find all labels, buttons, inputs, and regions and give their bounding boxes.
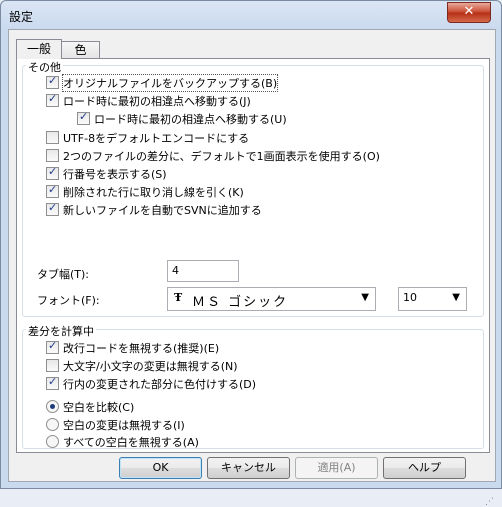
font-value: ＭＳ ゴシック: [192, 295, 289, 310]
check-icon: ✓: [48, 339, 58, 352]
checkbox-box: ✓: [46, 92, 59, 107]
ok-button[interactable]: OK: [119, 457, 202, 479]
radio-label: 空白の変更は無視する(I): [63, 418, 185, 432]
checkbox-label: オリジナルファイルをバックアップする(B): [61, 73, 279, 92]
checkbox-label: 行番号を表示する(S): [63, 167, 167, 181]
checkbox-label: 新しいファイルを自動でSVNに追加する: [63, 203, 262, 217]
check-icon: ✓: [48, 74, 58, 87]
title-bar[interactable]: 設定 ✕: [1, 1, 501, 29]
apply-button[interactable]: 適用(A): [295, 457, 378, 479]
backup-original-checkbox[interactable]: ✓ オリジナルファイルをバックアップする(B): [46, 73, 279, 92]
jump-first-diff-sub-checkbox[interactable]: ✓ ロード時に最初の相違点へ移動する(U): [77, 110, 287, 126]
check-icon: ✓: [48, 183, 58, 196]
font-size-select[interactable]: 10 ▼: [398, 287, 467, 311]
check-icon: ✓: [48, 375, 58, 388]
checkbox-box: ✓: [46, 375, 59, 390]
checkbox-box: ✓: [46, 339, 59, 354]
radio-label: すべての空白を無視する(A): [63, 435, 199, 449]
checkbox-box: ✓: [46, 183, 59, 198]
checkbox-label: 大文字/小文字の変更は無視する(N): [63, 359, 238, 373]
resize-grip-icon[interactable]: ⋰: [485, 497, 494, 507]
ignore-eol-checkbox[interactable]: ✓ 改行コードを無視する(推奨)(E): [46, 339, 220, 355]
checkbox-label: ロード時に最初の相違点へ移動する(J): [63, 94, 251, 108]
checkbox-label: 2つのファイルの差分に、デフォルトで1画面表示を使用する(O): [63, 149, 380, 163]
checkbox-box: [46, 131, 59, 144]
tab-general-label: 一般: [26, 42, 51, 56]
chevron-down-icon: ▼: [361, 292, 369, 303]
dialog-client: 一般 色 その他 ✓ オリジナルファイルをバックアップする(B) ✓ ロード時に…: [8, 29, 496, 507]
tab-colors[interactable]: 色: [61, 41, 100, 59]
inline-diff-color-checkbox[interactable]: ✓ 行内の変更された部分に色付けする(D): [46, 375, 257, 391]
auto-add-svn-checkbox[interactable]: ✓ 新しいファイルを自動でSVNに追加する: [46, 201, 262, 217]
other-group-label: その他: [26, 59, 63, 75]
tab-width-input[interactable]: 4: [167, 260, 239, 282]
radio-label: 空白を比較(C): [63, 400, 135, 414]
close-button[interactable]: ✕: [447, 2, 491, 23]
cancel-button[interactable]: キャンセル: [207, 457, 290, 479]
show-line-numbers-checkbox[interactable]: ✓ 行番号を表示する(S): [46, 165, 167, 181]
close-icon: ✕: [463, 4, 475, 19]
check-icon: ✓: [48, 165, 58, 178]
tab-width-value: 4: [172, 264, 179, 277]
checkbox-label: 削除された行に取り消し線を引く(K): [63, 185, 244, 199]
diff-group-label: 差分を計算中: [26, 323, 96, 339]
font-size-value: 10: [403, 291, 417, 304]
tab-general[interactable]: 一般: [16, 39, 62, 59]
ignore-whitespace-changes-radio[interactable]: 空白の変更は無視する(I): [46, 417, 185, 432]
strikethrough-removed-checkbox[interactable]: ✓ 削除された行に取り消し線を引く(K): [46, 183, 244, 199]
jump-first-diff-checkbox[interactable]: ✓ ロード時に最初の相違点へ移動する(J): [46, 92, 251, 108]
settings-dialog: 設定 ✕ 一般 色 その他 ✓ オリジナルファイルをバックアップする(B) ✓ …: [0, 0, 502, 507]
compare-whitespace-radio[interactable]: 空白を比較(C): [46, 399, 134, 414]
check-icon: ✓: [48, 92, 58, 105]
chevron-down-icon: ▼: [452, 292, 460, 303]
checkbox-box: [46, 359, 59, 372]
window-title: 設定: [9, 10, 34, 24]
checkbox-label: UTF-8をデフォルトエンコードにする: [63, 131, 250, 145]
font-select[interactable]: Ŧ ＭＳ ゴシック ▼: [167, 287, 376, 311]
utf8-default-checkbox[interactable]: UTF-8をデフォルトエンコードにする: [46, 130, 249, 145]
general-panel: その他 ✓ オリジナルファイルをバックアップする(B) ✓ ロード時に最初の相違…: [16, 58, 490, 453]
check-icon: ✓: [79, 110, 89, 123]
checkbox-box: ✓: [46, 165, 59, 180]
radio-dot: [50, 404, 55, 409]
radio-circle: [46, 418, 59, 431]
radio-circle: [46, 435, 59, 448]
single-pane-default-checkbox[interactable]: 2つのファイルの差分に、デフォルトで1画面表示を使用する(O): [46, 148, 380, 163]
checkbox-label: ロード時に最初の相違点へ移動する(U): [94, 112, 287, 126]
ignore-case-checkbox[interactable]: 大文字/小文字の変更は無視する(N): [46, 358, 238, 373]
checkbox-label: 改行コードを無視する(推奨)(E): [63, 341, 220, 355]
checkbox-box: ✓: [77, 110, 90, 125]
check-icon: ✓: [48, 201, 58, 214]
radio-circle: [46, 400, 59, 413]
checkbox-box: ✓: [46, 201, 59, 216]
font-label: フォント(F):: [37, 294, 100, 307]
help-button[interactable]: ヘルプ: [383, 457, 466, 479]
checkbox-box: [46, 149, 59, 162]
tab-colors-label: 色: [74, 43, 87, 57]
truetype-icon: Ŧ: [174, 291, 183, 304]
tab-width-label: タブ幅(T):: [37, 268, 90, 281]
checkbox-label: 行内の変更された部分に色付けする(D): [63, 377, 257, 391]
ignore-all-whitespace-radio[interactable]: すべての空白を無視する(A): [46, 434, 199, 449]
checkbox-box: ✓: [46, 74, 59, 89]
